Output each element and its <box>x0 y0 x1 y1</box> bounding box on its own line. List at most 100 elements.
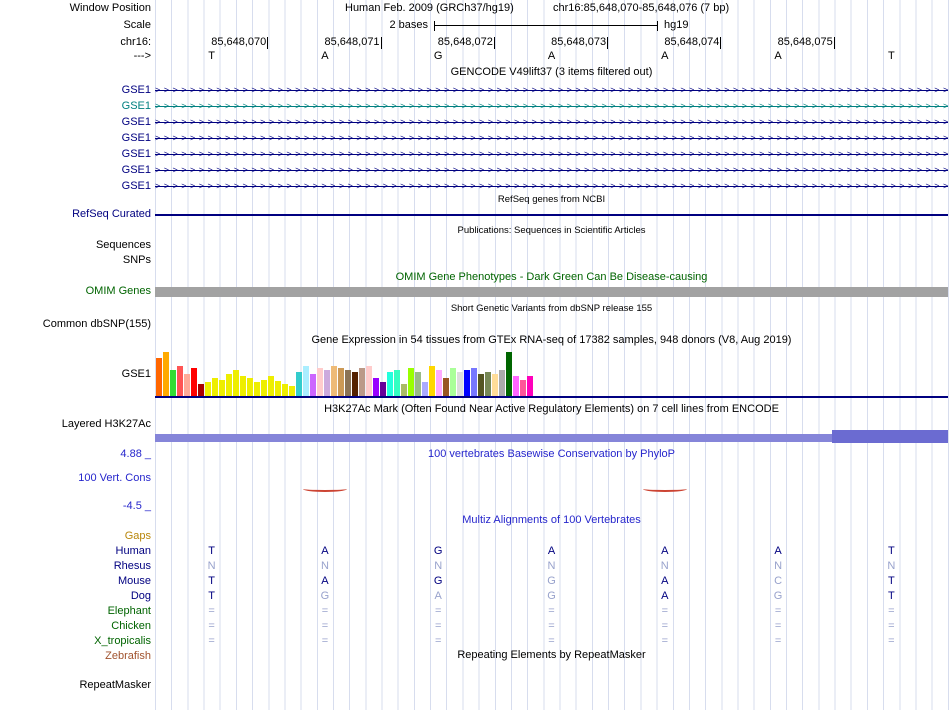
gtex-tissue-bar[interactable] <box>485 372 491 396</box>
gtex-tissue-bar[interactable] <box>289 386 295 396</box>
gtex-tissue-bar[interactable] <box>401 384 407 396</box>
gtex-tissue-bar[interactable] <box>177 366 183 396</box>
gtex-tissue-bar[interactable] <box>226 374 232 396</box>
transcript-label[interactable]: GSE1 <box>0 132 151 144</box>
transcript-row[interactable]: GSE1 >>>>>>>>>>>>>>>>>>>>>>>>>>>>>>>>>>>>… <box>0 148 950 162</box>
transcript-line[interactable]: >>>>>>>>>>>>>>>>>>>>>>>>>>>>>>>>>>>>>>>>… <box>155 116 948 129</box>
dbsnp-label[interactable]: Common dbSNP(155) <box>0 318 151 330</box>
transcript-label[interactable]: GSE1 <box>0 164 151 176</box>
transcript-label[interactable]: GSE1 <box>0 148 151 160</box>
gtex-tissue-bar[interactable] <box>464 370 470 396</box>
omim-gene-bar[interactable] <box>155 287 948 297</box>
gtex-tissue-bar[interactable] <box>443 378 449 396</box>
gtex-tissue-bar[interactable] <box>429 366 435 396</box>
species-label[interactable]: Human <box>0 545 151 557</box>
sequences-label[interactable]: Sequences <box>0 239 151 251</box>
gtex-tissue-bar[interactable] <box>233 370 239 396</box>
species-label[interactable]: Zebrafish <box>0 650 151 662</box>
gtex-tissue-bar[interactable] <box>436 370 442 396</box>
transcript-line[interactable]: >>>>>>>>>>>>>>>>>>>>>>>>>>>>>>>>>>>>>>>>… <box>155 84 948 97</box>
gtex-tissue-bar[interactable] <box>317 368 323 396</box>
transcript-row[interactable]: GSE1 >>>>>>>>>>>>>>>>>>>>>>>>>>>>>>>>>>>>… <box>0 116 950 130</box>
h3k27ac-label[interactable]: Layered H3K27Ac <box>0 418 151 430</box>
transcript-label[interactable]: GSE1 <box>0 180 151 192</box>
gtex-tissue-bar[interactable] <box>198 384 204 396</box>
gtex-tissue-bar[interactable] <box>422 382 428 396</box>
gtex-tissue-bar[interactable] <box>338 368 344 396</box>
refseq-curated-label[interactable]: RefSeq Curated <box>0 208 151 220</box>
gtex-tissue-bar[interactable] <box>457 372 463 396</box>
gtex-tissue-bar[interactable] <box>527 376 533 396</box>
species-label[interactable]: Rhesus <box>0 560 151 572</box>
repeatmasker-label[interactable]: RepeatMasker <box>0 679 151 691</box>
gtex-tissue-bar[interactable] <box>219 380 225 396</box>
omim-genes-label[interactable]: OMIM Genes <box>0 285 151 297</box>
h3k27ac-signal-bar[interactable] <box>832 430 948 443</box>
gtex-tissue-bar[interactable] <box>408 368 414 396</box>
transcript-label[interactable]: GSE1 <box>0 100 151 112</box>
transcript-line[interactable]: >>>>>>>>>>>>>>>>>>>>>>>>>>>>>>>>>>>>>>>>… <box>155 180 948 193</box>
gtex-tissue-bar[interactable] <box>387 372 393 396</box>
transcript-line[interactable]: >>>>>>>>>>>>>>>>>>>>>>>>>>>>>>>>>>>>>>>>… <box>155 100 948 113</box>
h3k27ac-signal-bar[interactable] <box>155 434 832 442</box>
transcript-row[interactable]: GSE1 >>>>>>>>>>>>>>>>>>>>>>>>>>>>>>>>>>>>… <box>0 100 950 114</box>
transcript-label[interactable]: GSE1 <box>0 116 151 128</box>
gtex-tissue-bar[interactable] <box>170 370 176 396</box>
species-label[interactable]: Dog <box>0 590 151 602</box>
transcript-label[interactable]: GSE1 <box>0 84 151 96</box>
species-label[interactable]: Gaps <box>0 530 151 542</box>
gtex-tissue-bar[interactable] <box>366 366 372 396</box>
species-label[interactable]: Mouse <box>0 575 151 587</box>
coordinate-label: 85,648,074 <box>664 36 720 48</box>
transcript-row[interactable]: GSE1 >>>>>>>>>>>>>>>>>>>>>>>>>>>>>>>>>>>>… <box>0 180 950 194</box>
species-label[interactable]: Chicken <box>0 620 151 632</box>
transcript-row[interactable]: GSE1 >>>>>>>>>>>>>>>>>>>>>>>>>>>>>>>>>>>>… <box>0 164 950 178</box>
gtex-tissue-bar[interactable] <box>156 358 162 396</box>
gtex-tissue-bar[interactable] <box>275 381 281 396</box>
gtex-tissue-bar[interactable] <box>492 374 498 396</box>
transcript-line[interactable]: >>>>>>>>>>>>>>>>>>>>>>>>>>>>>>>>>>>>>>>>… <box>155 164 948 177</box>
gtex-tissue-bar[interactable] <box>261 380 267 396</box>
gtex-tissue-bar[interactable] <box>205 382 211 396</box>
gtex-tissue-bar[interactable] <box>394 370 400 396</box>
gtex-tissue-bar[interactable] <box>163 352 169 396</box>
gtex-tissue-bar[interactable] <box>331 366 337 396</box>
conservation-track-label[interactable]: 100 Vert. Cons <box>0 472 151 484</box>
gtex-bars[interactable] <box>156 350 533 396</box>
gtex-tissue-bar[interactable] <box>478 374 484 396</box>
snps-label[interactable]: SNPs <box>0 254 151 266</box>
gtex-tissue-bar[interactable] <box>415 372 421 396</box>
reference-base: A <box>774 50 782 62</box>
transcript-line[interactable]: >>>>>>>>>>>>>>>>>>>>>>>>>>>>>>>>>>>>>>>>… <box>155 148 948 161</box>
gtex-tissue-bar[interactable] <box>184 374 190 396</box>
transcript-row[interactable]: GSE1 >>>>>>>>>>>>>>>>>>>>>>>>>>>>>>>>>>>>… <box>0 132 950 146</box>
gtex-tissue-bar[interactable] <box>506 352 512 396</box>
gtex-tissue-bar[interactable] <box>352 372 358 396</box>
species-label[interactable]: Elephant <box>0 605 151 617</box>
gtex-tissue-bar[interactable] <box>191 368 197 396</box>
gtex-tissue-bar[interactable] <box>310 374 316 396</box>
gtex-gene-label[interactable]: GSE1 <box>0 368 151 380</box>
gtex-tissue-bar[interactable] <box>359 368 365 396</box>
gtex-tissue-bar[interactable] <box>296 372 302 396</box>
gtex-tissue-bar[interactable] <box>471 368 477 396</box>
gtex-tissue-bar[interactable] <box>303 366 309 396</box>
gtex-tissue-bar[interactable] <box>268 376 274 396</box>
gtex-tissue-bar[interactable] <box>247 378 253 396</box>
gtex-tissue-bar[interactable] <box>282 384 288 396</box>
refseq-gene-bar[interactable] <box>155 214 948 216</box>
gtex-tissue-bar[interactable] <box>345 370 351 396</box>
gtex-tissue-bar[interactable] <box>212 378 218 396</box>
gtex-tissue-bar[interactable] <box>513 376 519 396</box>
gtex-tissue-bar[interactable] <box>254 382 260 396</box>
transcript-line[interactable]: >>>>>>>>>>>>>>>>>>>>>>>>>>>>>>>>>>>>>>>>… <box>155 132 948 145</box>
gtex-tissue-bar[interactable] <box>499 370 505 396</box>
gtex-tissue-bar[interactable] <box>240 376 246 396</box>
gtex-tissue-bar[interactable] <box>324 370 330 396</box>
gtex-tissue-bar[interactable] <box>450 368 456 396</box>
gtex-tissue-bar[interactable] <box>373 378 379 396</box>
transcript-row[interactable]: GSE1 >>>>>>>>>>>>>>>>>>>>>>>>>>>>>>>>>>>>… <box>0 84 950 98</box>
gtex-tissue-bar[interactable] <box>520 380 526 396</box>
species-label[interactable]: X_tropicalis <box>0 635 151 647</box>
gtex-tissue-bar[interactable] <box>380 382 386 396</box>
